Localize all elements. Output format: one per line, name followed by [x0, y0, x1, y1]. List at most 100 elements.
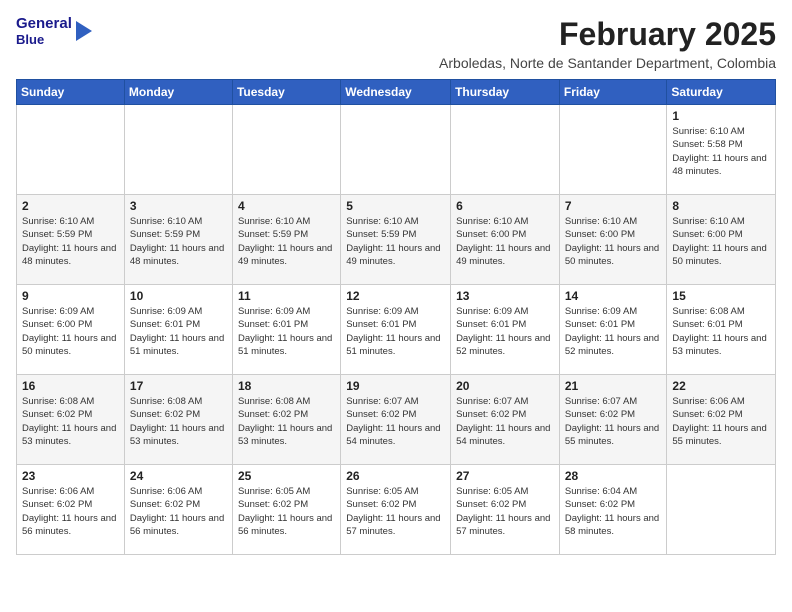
calendar-week-0: 1Sunrise: 6:10 AM Sunset: 5:58 PM Daylig… — [17, 105, 776, 195]
day-number: 12 — [346, 289, 445, 303]
day-info: Sunrise: 6:09 AM Sunset: 6:01 PM Dayligh… — [565, 305, 662, 358]
day-number: 21 — [565, 379, 662, 393]
day-info: Sunrise: 6:09 AM Sunset: 6:01 PM Dayligh… — [238, 305, 335, 358]
day-number: 16 — [22, 379, 119, 393]
day-info: Sunrise: 6:05 AM Sunset: 6:02 PM Dayligh… — [346, 485, 445, 538]
calendar-week-3: 16 Sunrise: 6:08 AM Sunset: 6:02 PM Dayli… — [17, 375, 776, 465]
day-info: Sunrise: 6:09 AM Sunset: 6:01 PM Dayligh… — [346, 305, 445, 358]
calendar-cell: 18Sunrise: 6:08 AM Sunset: 6:02 PM Dayli… — [232, 375, 340, 465]
title-block: February 2025 Arboledas, Norte de Santan… — [439, 16, 776, 71]
day-info: Sunrise: 6:04 AM Sunset: 6:02 PM Dayligh… — [565, 485, 662, 538]
day-info: Sunrise: 6:09 AM Sunset: 6:01 PM Dayligh… — [456, 305, 554, 358]
logo-text: General Blue — [16, 16, 72, 47]
location-title: Arboledas, Norte de Santander Department… — [439, 55, 776, 71]
day-number: 22 — [672, 379, 770, 393]
calendar-cell: 9 Sunrise: 6:09 AM Sunset: 6:00 PM Daylig… — [17, 285, 125, 375]
day-number: 23 — [22, 469, 119, 483]
weekday-header-saturday: Saturday — [667, 80, 776, 105]
day-number: 5 — [346, 199, 445, 213]
calendar-cell: 17Sunrise: 6:08 AM Sunset: 6:02 PM Dayli… — [124, 375, 232, 465]
calendar-week-2: 9 Sunrise: 6:09 AM Sunset: 6:00 PM Daylig… — [17, 285, 776, 375]
calendar-cell: 1Sunrise: 6:10 AM Sunset: 5:58 PM Daylig… — [667, 105, 776, 195]
calendar-cell: 5 Sunrise: 6:10 AM Sunset: 5:59 PM Daylig… — [341, 195, 451, 285]
calendar-cell: 15 Sunrise: 6:08 AM Sunset: 6:01 PM Dayli… — [667, 285, 776, 375]
calendar-cell: 7 Sunrise: 6:10 AM Sunset: 6:00 PM Daylig… — [559, 195, 667, 285]
calendar-cell — [341, 105, 451, 195]
day-number: 15 — [672, 289, 770, 303]
day-info: Sunrise: 6:10 AM Sunset: 5:58 PM Dayligh… — [672, 125, 770, 178]
day-info: Sunrise: 6:10 AM Sunset: 5:59 PM Dayligh… — [346, 215, 445, 268]
day-number: 25 — [238, 469, 335, 483]
weekday-header-tuesday: Tuesday — [232, 80, 340, 105]
day-number: 27 — [456, 469, 554, 483]
day-number: 11 — [238, 289, 335, 303]
day-number: 18 — [238, 379, 335, 393]
calendar-week-1: 2 Sunrise: 6:10 AM Sunset: 5:59 PM Daylig… — [17, 195, 776, 285]
day-info: Sunrise: 6:10 AM Sunset: 6:00 PM Dayligh… — [565, 215, 662, 268]
calendar-cell: 22 Sunrise: 6:06 AM Sunset: 6:02 PM Dayli… — [667, 375, 776, 465]
calendar-week-4: 23 Sunrise: 6:06 AM Sunset: 6:02 PM Dayli… — [17, 465, 776, 555]
page-header: General Blue February 2025 Arboledas, No… — [16, 16, 776, 71]
day-number: 6 — [456, 199, 554, 213]
day-number: 24 — [130, 469, 227, 483]
day-number: 17 — [130, 379, 227, 393]
weekday-header-friday: Friday — [559, 80, 667, 105]
day-number: 3 — [130, 199, 227, 213]
calendar-cell: 8Sunrise: 6:10 AM Sunset: 6:00 PM Daylig… — [667, 195, 776, 285]
logo-line1: General — [16, 16, 72, 33]
weekday-header-monday: Monday — [124, 80, 232, 105]
calendar-cell: 4 Sunrise: 6:10 AM Sunset: 5:59 PM Daylig… — [232, 195, 340, 285]
calendar-cell: 3Sunrise: 6:10 AM Sunset: 5:59 PM Daylig… — [124, 195, 232, 285]
calendar-cell: 23 Sunrise: 6:06 AM Sunset: 6:02 PM Dayli… — [17, 465, 125, 555]
day-info: Sunrise: 6:06 AM Sunset: 6:02 PM Dayligh… — [672, 395, 770, 448]
weekday-header-sunday: Sunday — [17, 80, 125, 105]
calendar-cell: 19Sunrise: 6:07 AM Sunset: 6:02 PM Dayli… — [341, 375, 451, 465]
day-info: Sunrise: 6:06 AM Sunset: 6:02 PM Dayligh… — [22, 485, 119, 538]
day-info: Sunrise: 6:10 AM Sunset: 6:00 PM Dayligh… — [672, 215, 770, 268]
day-number: 28 — [565, 469, 662, 483]
calendar-cell: 12 Sunrise: 6:09 AM Sunset: 6:01 PM Dayli… — [341, 285, 451, 375]
calendar-cell: 10Sunrise: 6:09 AM Sunset: 6:01 PM Dayli… — [124, 285, 232, 375]
day-info: Sunrise: 6:10 AM Sunset: 5:59 PM Dayligh… — [22, 215, 119, 268]
day-info: Sunrise: 6:09 AM Sunset: 6:00 PM Dayligh… — [22, 305, 119, 358]
calendar-cell — [17, 105, 125, 195]
day-number: 7 — [565, 199, 662, 213]
calendar-cell — [559, 105, 667, 195]
day-info: Sunrise: 6:07 AM Sunset: 6:02 PM Dayligh… — [346, 395, 445, 448]
day-info: Sunrise: 6:05 AM Sunset: 6:02 PM Dayligh… — [238, 485, 335, 538]
weekday-header-thursday: Thursday — [451, 80, 560, 105]
logo-line2: Blue — [16, 33, 72, 47]
calendar-cell — [451, 105, 560, 195]
day-number: 4 — [238, 199, 335, 213]
calendar-cell: 11 Sunrise: 6:09 AM Sunset: 6:01 PM Dayli… — [232, 285, 340, 375]
calendar-cell — [124, 105, 232, 195]
logo: General Blue — [16, 16, 94, 47]
calendar-cell — [667, 465, 776, 555]
day-info: Sunrise: 6:10 AM Sunset: 5:59 PM Dayligh… — [238, 215, 335, 268]
day-number: 2 — [22, 199, 119, 213]
weekday-header-wednesday: Wednesday — [341, 80, 451, 105]
calendar-cell: 27 Sunrise: 6:05 AM Sunset: 6:02 PM Dayli… — [451, 465, 560, 555]
day-number: 13 — [456, 289, 554, 303]
day-number: 26 — [346, 469, 445, 483]
calendar-cell: 13 Sunrise: 6:09 AM Sunset: 6:01 PM Dayli… — [451, 285, 560, 375]
calendar-cell: 25 Sunrise: 6:05 AM Sunset: 6:02 PM Dayli… — [232, 465, 340, 555]
weekday-header-row: SundayMondayTuesdayWednesdayThursdayFrid… — [17, 80, 776, 105]
day-info: Sunrise: 6:08 AM Sunset: 6:01 PM Dayligh… — [672, 305, 770, 358]
calendar-cell: 6 Sunrise: 6:10 AM Sunset: 6:00 PM Daylig… — [451, 195, 560, 285]
day-number: 9 — [22, 289, 119, 303]
calendar-cell: 24Sunrise: 6:06 AM Sunset: 6:02 PM Dayli… — [124, 465, 232, 555]
day-info: Sunrise: 6:05 AM Sunset: 6:02 PM Dayligh… — [456, 485, 554, 538]
calendar-table: SundayMondayTuesdayWednesdayThursdayFrid… — [16, 79, 776, 555]
logo-icon — [74, 17, 94, 45]
day-info: Sunrise: 6:08 AM Sunset: 6:02 PM Dayligh… — [22, 395, 119, 448]
calendar-cell: 21Sunrise: 6:07 AM Sunset: 6:02 PM Dayli… — [559, 375, 667, 465]
day-info: Sunrise: 6:10 AM Sunset: 6:00 PM Dayligh… — [456, 215, 554, 268]
day-number: 20 — [456, 379, 554, 393]
day-number: 14 — [565, 289, 662, 303]
month-title: February 2025 — [439, 16, 776, 53]
day-info: Sunrise: 6:07 AM Sunset: 6:02 PM Dayligh… — [456, 395, 554, 448]
day-info: Sunrise: 6:09 AM Sunset: 6:01 PM Dayligh… — [130, 305, 227, 358]
calendar-cell — [232, 105, 340, 195]
calendar-cell: 14 Sunrise: 6:09 AM Sunset: 6:01 PM Dayli… — [559, 285, 667, 375]
